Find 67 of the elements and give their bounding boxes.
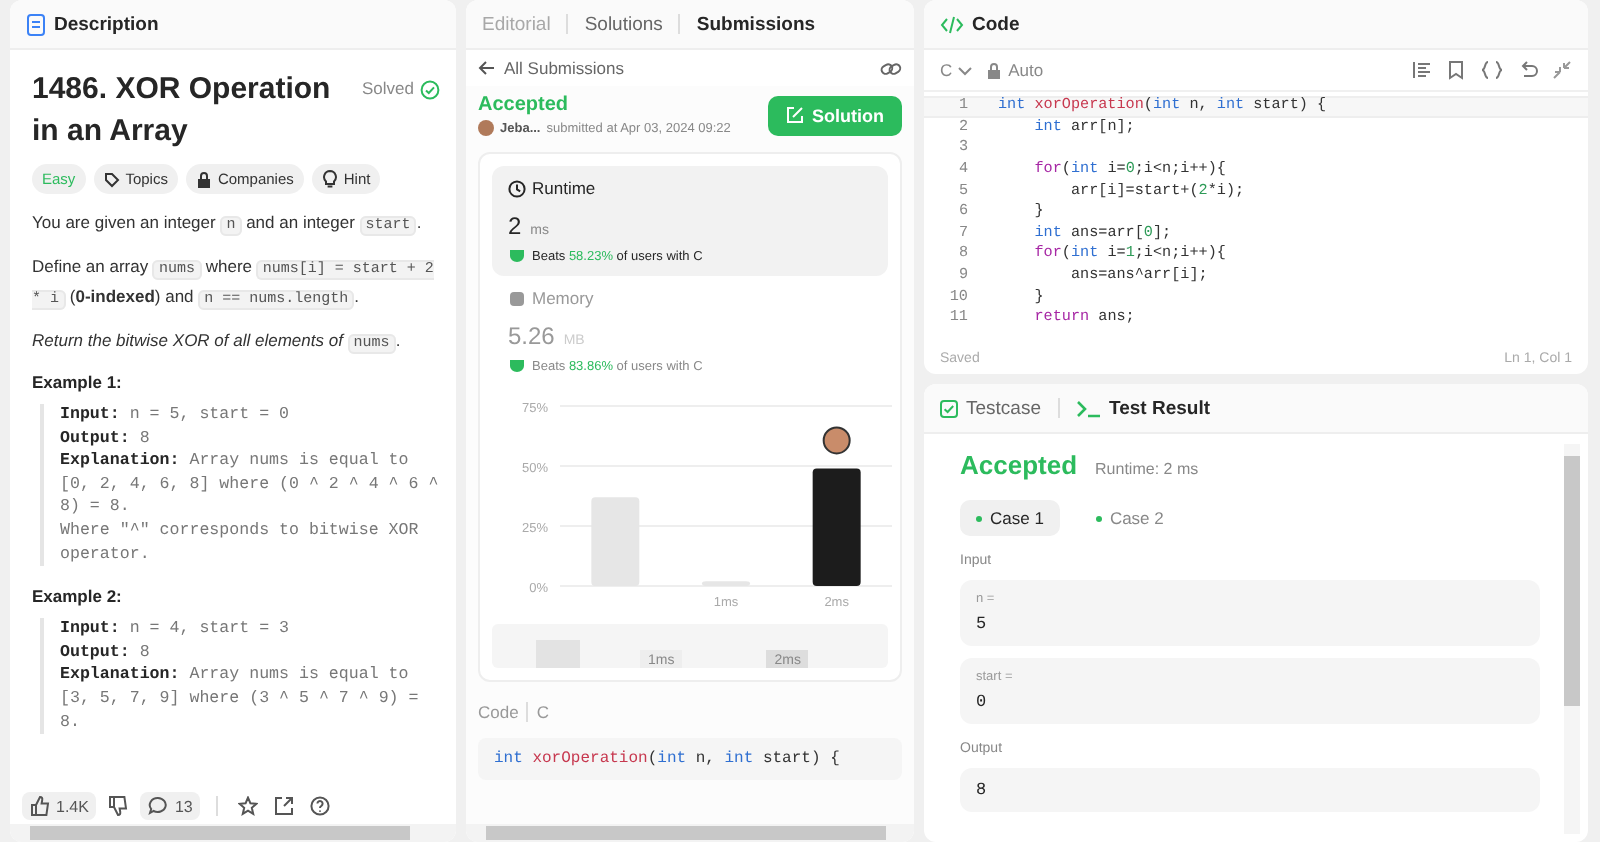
link-icon[interactable] [880, 59, 902, 77]
solved-status: Solved [362, 78, 414, 98]
thumbs-up-icon [30, 796, 50, 816]
lock-icon [195, 171, 212, 187]
example-title: Example 1: [32, 372, 124, 392]
trophy-icon [508, 358, 526, 374]
case-tab[interactable]: Case 1 [960, 500, 1060, 536]
example-explanation-text: Explanation: Array nums is equal to [0, 2, 4, 6, 8] where (0 ^ 2 ^ 4 ^ 6 ^ 8) = 8. Where "^" corresponds to bitwise XOR operator. [60, 450, 440, 567]
braces-icon[interactable] [1480, 60, 1504, 80]
runtime-text: Runtime: 2 ms [1095, 460, 1199, 478]
lightbulb-icon [321, 170, 338, 188]
speech-bubble-icon [148, 796, 169, 816]
code-language: C [536, 702, 549, 722]
language-dropdown[interactable]: C [940, 60, 973, 80]
chevron-down-icon [958, 65, 973, 75]
edit-icon [786, 106, 804, 124]
accepted-status: Accepted [960, 450, 1078, 480]
example-input-text: Input: n = 5, start = 0 [60, 404, 292, 428]
histogram-bar[interactable] [812, 468, 861, 586]
code-tab[interactable]: Code [972, 13, 1020, 35]
comments-button[interactable]: 13 [140, 792, 201, 820]
lock-icon [986, 61, 1003, 79]
case-tab[interactable]: Case 2 [1079, 500, 1180, 536]
metric-value: 5.26 [508, 322, 555, 350]
example-title: Example 2: [32, 586, 124, 607]
metric-label: Memory [532, 288, 594, 308]
metric-value: 2 [508, 212, 522, 240]
check-circle-icon [420, 80, 440, 100]
parameter-value: 0 [976, 692, 989, 712]
help-button[interactable] [306, 792, 335, 820]
undo-icon[interactable] [1518, 60, 1538, 80]
panel-tab[interactable]: Submissions [696, 13, 816, 35]
example-output-text: Output: 8 [60, 427, 152, 451]
problem-title: 1486. XOR Operation in an Array [32, 70, 333, 152]
output-value: 8 [976, 780, 989, 800]
code-label: Code [478, 702, 519, 722]
document-icon [26, 13, 46, 35]
panel-tab[interactable]: Testcase [966, 397, 1041, 419]
user-avatar [478, 120, 494, 136]
dislike-button[interactable] [104, 792, 133, 820]
format-icon[interactable] [1412, 60, 1432, 80]
mode-label[interactable]: Auto [1008, 60, 1044, 80]
accepted-status: Accepted [478, 94, 571, 116]
vertical-scrollbar[interactable] [1564, 444, 1580, 834]
terminal-icon [1075, 399, 1101, 417]
star-button[interactable] [234, 792, 263, 820]
code-icon [940, 15, 964, 33]
bookmark-icon[interactable] [1446, 60, 1466, 80]
panel-tab[interactable]: Test Result [1109, 397, 1211, 419]
user-avatar [822, 426, 851, 455]
clock-icon [508, 179, 526, 197]
panel-tab[interactable]: Solutions [584, 13, 663, 35]
description-tab[interactable]: Description [54, 13, 159, 35]
checkbox-icon [940, 399, 958, 417]
like-button[interactable]: 1.4K [22, 792, 97, 820]
all-submissions-link[interactable]: All Submissions [478, 58, 624, 78]
example-input-text: Input: n = 4, start = 3 [60, 618, 292, 642]
example-explanation-text: Explanation: Array nums is equal to [3, 5, 7, 9] where (3 ^ 5 ^ 7 ^ 9) = 8. [60, 664, 421, 735]
collapse-icon[interactable] [1552, 60, 1572, 80]
example-output-text: Output: 8 [60, 641, 152, 665]
back-arrow-icon [478, 60, 496, 76]
metric-label: Runtime [532, 178, 596, 198]
share-button[interactable] [270, 792, 299, 820]
parameter-value: 5 [976, 614, 989, 634]
code-snippet: int xorOperation(int n, int start) { [478, 738, 902, 780]
trophy-icon [508, 248, 526, 264]
tag-icon [103, 171, 120, 187]
